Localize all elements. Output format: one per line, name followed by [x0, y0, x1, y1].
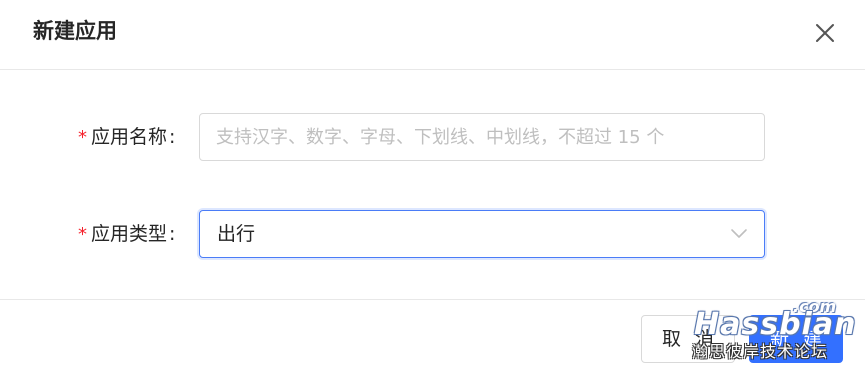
dialog-title: 新建应用: [33, 19, 117, 43]
new-app-dialog: 新建应用 *应用名称: *应用类型: 出行 取消 新建 .com Hassbia…: [0, 0, 865, 370]
label-colon: :: [169, 126, 176, 148]
required-mark: *: [78, 127, 87, 148]
label-colon: :: [169, 223, 176, 245]
create-button[interactable]: 新建: [749, 315, 843, 363]
app-type-label-text: 应用类型: [91, 223, 168, 245]
watermark-domain: .com: [793, 297, 837, 316]
app-name-row: * 应用名称:: [0, 113, 865, 161]
dialog-header: 新建应用: [0, 0, 865, 70]
close-button[interactable]: [812, 20, 838, 46]
app-name-input[interactable]: [199, 113, 765, 161]
app-type-select[interactable]: 出行: [199, 210, 765, 258]
app-type-label: * 应用类型:: [78, 210, 175, 258]
app-name-label-text: 应用名称: [91, 126, 168, 148]
app-type-selected-value: 出行: [217, 223, 256, 245]
chevron-down-icon: [731, 229, 747, 238]
app-type-row: * 应用类型: 出行: [0, 210, 865, 258]
close-icon: [816, 24, 834, 42]
app-name-label: * 应用名称:: [78, 113, 175, 161]
footer-divider: [0, 299, 865, 300]
required-mark: *: [78, 224, 87, 245]
cancel-button[interactable]: 取消: [641, 315, 735, 363]
